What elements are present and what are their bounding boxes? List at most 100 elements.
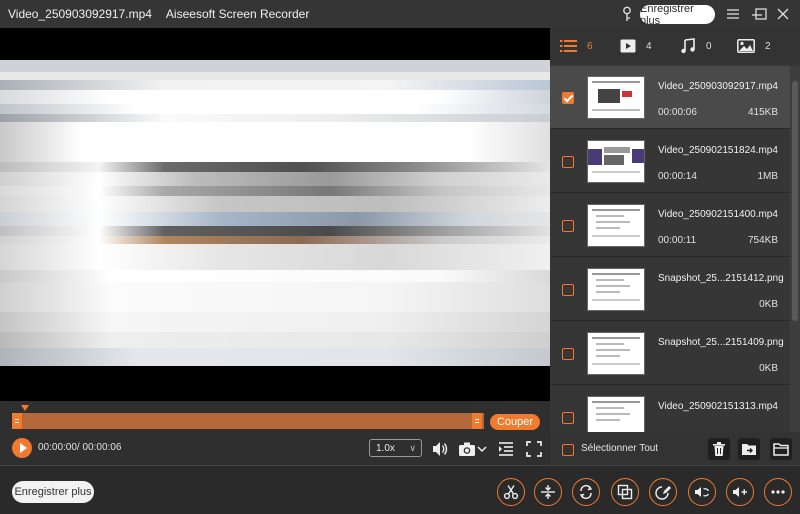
file-list-scrollbar[interactable] — [790, 66, 800, 449]
trim-tool-button[interactable] — [497, 478, 525, 506]
timeline[interactable]: Couper — [0, 401, 550, 437]
select-all-checkbox[interactable] — [562, 444, 574, 456]
item-name: Video_250902151400.mp4 — [658, 209, 778, 220]
register-more-button[interactable]: Enregistrer plus — [12, 481, 94, 503]
list-item[interactable]: Video_250903092917.mp4 00:00:06 415KB — [550, 66, 790, 129]
item-size: 754KB — [747, 235, 778, 246]
select-all-row: Sélectionner Tout — [550, 432, 800, 465]
tab-video[interactable]: 4 — [620, 38, 652, 54]
fullscreen-icon[interactable] — [524, 439, 544, 459]
item-checkbox[interactable] — [562, 92, 574, 104]
volume-plus-icon — [733, 487, 747, 497]
speed-select[interactable]: 1.0x ∨ — [369, 439, 422, 457]
item-checkbox[interactable] — [562, 284, 574, 296]
title-bar: Video_250903092917.mp4 Aiseesoft Screen R… — [0, 0, 800, 28]
list-item[interactable]: Video_250902151400.mp4 00:00:11 754KB — [550, 194, 790, 257]
cut-button[interactable]: Couper — [490, 414, 540, 430]
trim-start-handle[interactable] — [12, 413, 22, 429]
copy-tool-button[interactable] — [611, 478, 639, 506]
speaker-refresh-icon — [695, 487, 710, 497]
trim-end-handle[interactable] — [472, 413, 482, 429]
refresh-icon — [579, 484, 593, 500]
audio-boost-tool-button[interactable] — [688, 478, 716, 506]
edit-tool-button[interactable] — [649, 478, 677, 506]
item-thumbnail — [587, 140, 645, 183]
convert-tool-button[interactable] — [572, 478, 600, 506]
item-size: 1MB — [757, 171, 778, 182]
camera-icon[interactable] — [457, 439, 477, 459]
volume-tool-button[interactable] — [726, 478, 754, 506]
delete-button[interactable] — [708, 438, 730, 460]
item-thumbnail — [587, 76, 645, 119]
play-button[interactable] — [12, 438, 32, 458]
clip-track[interactable] — [12, 413, 484, 429]
item-thumbnail — [587, 332, 645, 375]
list-item[interactable]: Snapshot_25...2151409.png 0KB — [550, 322, 790, 385]
file-panel: 6 4 0 2 Video_250903092917.mp4 00:00:06 … — [550, 28, 800, 465]
chevron-down-icon: ∨ — [409, 443, 416, 453]
video-icon — [620, 39, 636, 53]
open-folder-button[interactable] — [770, 438, 792, 460]
camera-options-chevron-icon[interactable] — [476, 439, 488, 459]
trash-icon — [713, 442, 725, 456]
compress-icon — [541, 485, 555, 499]
maximize-icon[interactable] — [753, 6, 769, 22]
list-icon — [560, 40, 577, 52]
register-pill-button[interactable]: Enregistrer plus — [640, 3, 715, 27]
playback-controls: 00:00:00/ 00:00:06 1.0x ∨ — [0, 437, 550, 461]
close-icon[interactable] — [775, 6, 791, 22]
speed-value: 1.0x — [376, 443, 395, 454]
key-icon[interactable] — [620, 6, 634, 22]
tab-audio[interactable]: 0 — [680, 38, 712, 54]
item-size: 0KB — [759, 299, 778, 310]
select-all-label[interactable]: Sélectionner Tout — [581, 443, 658, 454]
folder-export-icon — [742, 444, 756, 455]
scrollbar-thumb[interactable] — [792, 81, 798, 321]
more-tools-button[interactable] — [764, 478, 792, 506]
tab-video-count: 4 — [646, 40, 652, 52]
bottom-toolbar: Enregistrer plus — [0, 465, 800, 514]
item-size: 415KB — [747, 107, 778, 118]
item-duration: 00:00:11 — [658, 235, 697, 246]
item-name: Video_250902151313.mp4 — [658, 401, 778, 412]
item-checkbox[interactable] — [562, 156, 574, 168]
video-preview[interactable] — [0, 28, 550, 401]
image-icon — [737, 39, 755, 53]
list-item[interactable]: Snapshot_25...2151412.png 0KB — [550, 258, 790, 321]
merge-tool-button[interactable] — [534, 478, 562, 506]
item-duration: 00:00:06 — [658, 107, 697, 118]
folder-icon — [773, 443, 789, 456]
timecode: 00:00:00/ 00:00:06 — [38, 442, 122, 453]
music-icon — [681, 38, 695, 54]
item-checkbox[interactable] — [562, 348, 574, 360]
file-type-tabs: 6 4 0 2 — [550, 28, 800, 64]
window-title: Video_250903092917.mp4 Aiseesoft Screen R… — [8, 7, 309, 21]
tab-audio-count: 0 — [706, 40, 712, 52]
menu-icon[interactable] — [725, 6, 741, 22]
playhead-marker[interactable] — [21, 405, 29, 411]
tab-image-count: 2 — [765, 40, 771, 52]
item-size: 0KB — [759, 363, 778, 374]
volume-icon[interactable] — [430, 439, 450, 459]
edit-list-icon[interactable] — [496, 439, 516, 459]
item-thumbnail — [587, 268, 645, 311]
more-dots-icon — [771, 490, 785, 494]
video-frame — [0, 60, 550, 366]
file-list: Video_250903092917.mp4 00:00:06 415KB Vi… — [550, 66, 790, 448]
item-checkbox[interactable] — [562, 220, 574, 232]
list-item[interactable]: Video_250902151824.mp4 00:00:14 1MB — [550, 130, 790, 193]
export-folder-button[interactable] — [738, 438, 760, 460]
item-name: Snapshot_25...2151409.png — [658, 337, 784, 348]
item-name: Snapshot_25...2151412.png — [658, 273, 784, 284]
edit-pen-icon — [655, 486, 671, 500]
item-name: Video_250902151824.mp4 — [658, 145, 778, 156]
item-thumbnail — [587, 204, 645, 247]
file-title: Video_250903092917.mp4 — [8, 7, 152, 21]
tab-image[interactable]: 2 — [737, 38, 771, 54]
item-name: Video_250903092917.mp4 — [658, 81, 778, 92]
tab-all-count: 6 — [587, 40, 593, 52]
app-name: Aiseesoft Screen Recorder — [165, 7, 310, 21]
tab-all[interactable]: 6 — [560, 38, 593, 54]
layers-icon — [617, 484, 633, 500]
item-checkbox[interactable] — [562, 412, 574, 424]
